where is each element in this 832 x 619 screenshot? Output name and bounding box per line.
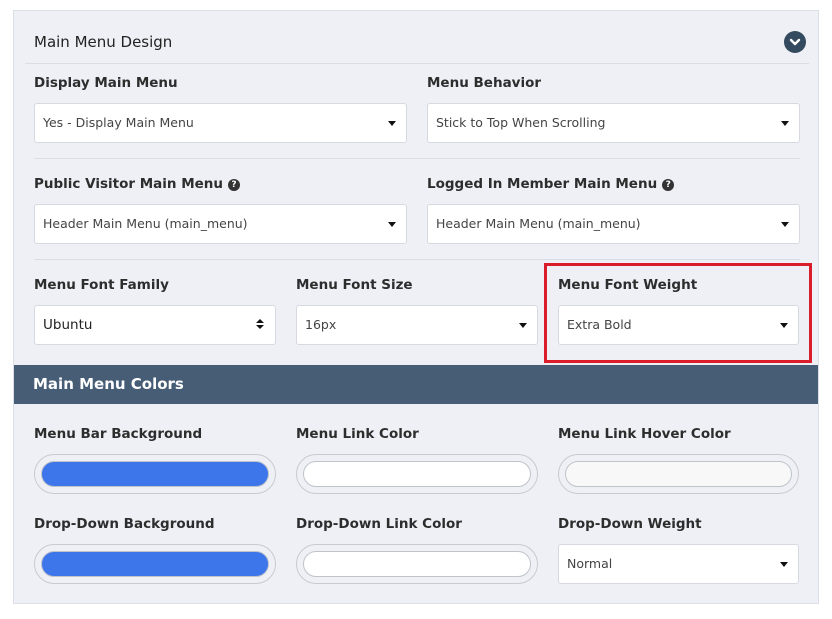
section-title: Main Menu Colors xyxy=(33,375,184,393)
link-hover-color-label: Menu Link Hover Color xyxy=(558,426,731,442)
color-fill xyxy=(303,551,531,577)
main-menu-colors-header: Main Menu Colors xyxy=(14,365,818,404)
logged-in-menu-select[interactable]: Header Main Menu (main_menu) xyxy=(427,204,800,244)
help-icon[interactable]: ? xyxy=(662,179,675,191)
caret-down-icon xyxy=(388,222,396,227)
color-fill xyxy=(41,461,269,487)
dropdown-weight-select[interactable]: Normal xyxy=(558,544,799,584)
divider xyxy=(34,158,800,159)
caret-down-icon xyxy=(781,222,789,227)
up-down-arrows-icon xyxy=(256,319,264,329)
select-value: Stick to Top When Scrolling xyxy=(436,115,606,130)
select-value: Header Main Menu (main_menu) xyxy=(436,216,641,231)
dropdown-background-label: Drop-Down Background xyxy=(34,516,215,532)
caret-down-icon xyxy=(781,121,789,126)
chevron-down-icon xyxy=(789,38,801,46)
bar-background-label: Menu Bar Background xyxy=(34,426,203,442)
menu-behavior-select[interactable]: Stick to Top When Scrolling xyxy=(427,103,800,143)
display-main-menu-label: Display Main Menu xyxy=(34,75,178,91)
dropdown-link-color-label: Drop-Down Link Color xyxy=(296,516,462,532)
display-main-menu-select[interactable]: Yes - Display Main Menu xyxy=(34,103,407,143)
bar-background-color-picker[interactable] xyxy=(34,454,276,494)
select-value: Yes - Display Main Menu xyxy=(43,115,194,130)
link-color-label: Menu Link Color xyxy=(296,426,419,442)
color-fill xyxy=(565,461,792,487)
highlight-box xyxy=(544,263,812,363)
color-fill xyxy=(303,461,531,487)
font-family-label: Menu Font Family xyxy=(34,277,169,293)
select-value: Normal xyxy=(567,556,613,571)
caret-down-icon xyxy=(519,323,527,328)
logged-in-menu-label: Logged In Member Main Menu? xyxy=(427,176,675,192)
menu-behavior-label: Menu Behavior xyxy=(427,75,542,91)
caret-down-icon xyxy=(780,562,788,567)
collapse-button[interactable] xyxy=(784,31,806,53)
select-value: Header Main Menu (main_menu) xyxy=(43,216,248,231)
divider xyxy=(34,259,800,260)
font-family-select[interactable]: Ubuntu xyxy=(34,305,276,345)
select-value: Ubuntu xyxy=(43,317,93,333)
dropdown-background-color-picker[interactable] xyxy=(34,544,276,584)
section-title: Main Menu Design xyxy=(34,33,173,51)
dropdown-link-color-picker[interactable] xyxy=(296,544,538,584)
public-visitor-menu-select[interactable]: Header Main Menu (main_menu) xyxy=(34,204,407,244)
caret-down-icon xyxy=(388,121,396,126)
link-color-picker[interactable] xyxy=(296,454,538,494)
dropdown-weight-label: Drop-Down Weight xyxy=(558,516,702,532)
label-text: Public Visitor Main Menu xyxy=(34,176,224,192)
font-size-select[interactable]: 16px xyxy=(296,305,538,345)
font-size-label: Menu Font Size xyxy=(296,277,413,293)
select-value: 16px xyxy=(305,317,337,332)
main-menu-settings-panel: Main Menu Design Display Main Menu Yes -… xyxy=(13,10,819,604)
label-text: Logged In Member Main Menu xyxy=(427,176,658,192)
public-visitor-menu-label: Public Visitor Main Menu? xyxy=(34,176,241,192)
color-fill xyxy=(41,551,269,577)
main-menu-design-header[interactable]: Main Menu Design xyxy=(25,21,809,64)
link-hover-color-picker[interactable] xyxy=(558,454,799,494)
help-icon[interactable]: ? xyxy=(228,179,241,191)
